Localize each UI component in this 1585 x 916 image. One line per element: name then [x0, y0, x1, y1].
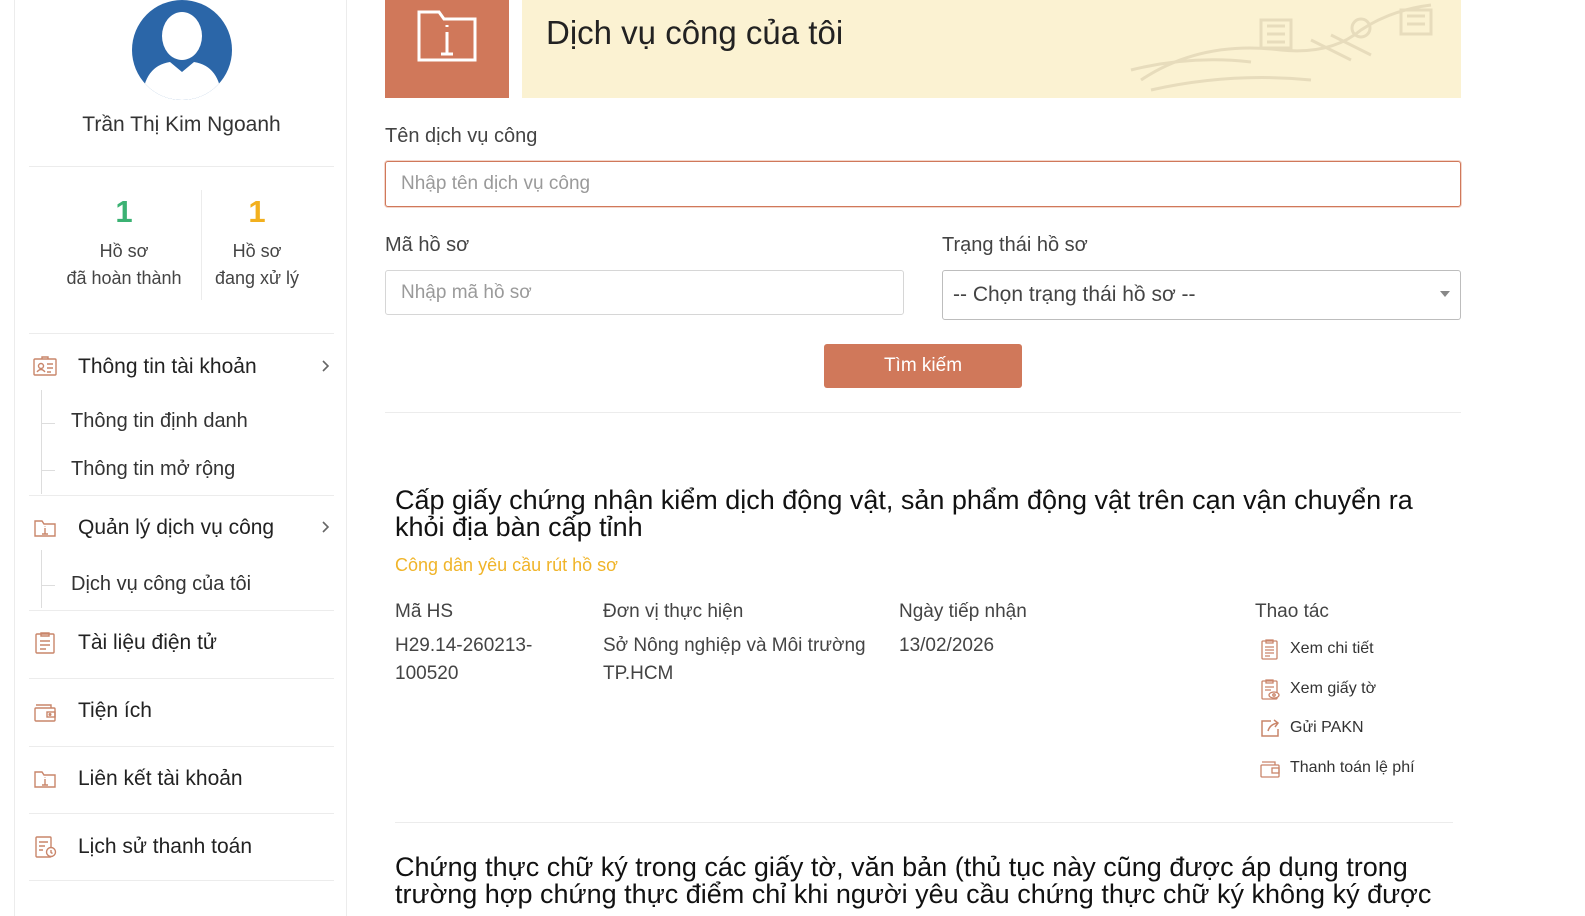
caret-down-icon — [1440, 291, 1450, 297]
user-name: Trần Thị Kim Ngoanh — [82, 113, 281, 136]
divider — [29, 678, 334, 679]
action-view-papers[interactable]: Xem giấy tờ — [1259, 677, 1376, 701]
submenu-identity-info[interactable]: Thông tin định danh — [71, 410, 248, 433]
stat-completed-label: Hồ sơ đã hoàn thành — [49, 238, 199, 292]
stat-processing-line1: Hồ sơ — [232, 241, 282, 261]
stat-processing-count: 1 — [248, 194, 266, 229]
record-status-label: Trạng thái hồ sơ — [942, 234, 1088, 256]
record-code-input[interactable] — [385, 270, 904, 315]
menu-account-links[interactable]: Liên kết tài khoản — [33, 759, 333, 799]
record-code-value: H29.14-260213-100520 — [395, 635, 533, 684]
chevron-right-icon — [322, 360, 330, 372]
folder-info-icon — [417, 10, 477, 62]
action-send-feedback[interactable]: Gửi PAKN — [1259, 716, 1364, 740]
avatar-icon[interactable] — [132, 0, 232, 100]
share-icon — [1261, 719, 1280, 737]
submenu-line — [41, 550, 42, 608]
stat-completed-count: 1 — [115, 194, 133, 229]
menu-utilities-label: Tiện ích — [78, 699, 152, 722]
action-view-detail-label: Xem chi tiết — [1290, 640, 1374, 657]
page-title: Dịch vụ công của tôi — [546, 14, 844, 51]
clipboard-eye-icon — [1261, 679, 1280, 700]
wallet-icon — [34, 704, 56, 722]
stat-completed-line1: Hồ sơ — [99, 241, 149, 261]
col-header-code: Mã HS — [395, 601, 454, 622]
submenu-my-services[interactable]: Dịch vụ công của tôi — [71, 573, 251, 596]
submenu-extended-info[interactable]: Thông tin mở rộng — [71, 458, 235, 481]
folder-info-icon — [34, 520, 56, 537]
submenu-tick — [41, 423, 55, 424]
menu-service-management[interactable]: Quản lý dịch vụ công — [33, 508, 333, 548]
clipboard-icon — [1261, 639, 1278, 660]
chevron-right-icon — [322, 521, 330, 533]
payment-history-icon — [35, 836, 57, 858]
stat-processing[interactable]: 1 Hồ sơ đang xử lý — [182, 190, 332, 292]
divider — [29, 166, 334, 167]
col-header-date: Ngày tiếp nhận — [899, 601, 1027, 622]
menu-account-links-label: Liên kết tài khoản — [78, 767, 243, 790]
record-unit-value: Sở Nông nghiệp và Môi trường TP.HCM — [603, 635, 866, 684]
sidebar: Trần Thị Kim Ngoanh 1 Hồ sơ đã hoàn thàn… — [14, 0, 347, 916]
menu-utilities[interactable]: Tiện ích — [33, 691, 333, 731]
menu-payment-history[interactable]: Lịch sử thanh toán — [33, 827, 333, 867]
search-button[interactable]: Tìm kiếm — [824, 344, 1022, 388]
record-date-value: 13/02/2026 — [899, 635, 995, 656]
divider — [29, 610, 334, 611]
stat-completed-line2: đã hoàn thành — [66, 268, 182, 288]
col-header-unit: Đơn vị thực hiện — [603, 601, 744, 622]
col-header-actions: Thao tác — [1255, 601, 1329, 622]
wallet-small-icon — [1260, 761, 1280, 778]
divider — [385, 412, 1461, 413]
divider — [29, 495, 334, 496]
stat-processing-label: Hồ sơ đang xử lý — [182, 238, 332, 292]
action-send-feedback-label: Gửi PAKN — [1290, 719, 1364, 736]
divider — [29, 880, 334, 881]
divider — [395, 822, 1453, 823]
banner-icon-box — [385, 0, 509, 98]
divider — [29, 813, 334, 814]
action-pay-fee[interactable]: Thanh toán lệ phí — [1259, 756, 1415, 780]
menu-account-info[interactable]: Thông tin tài khoản — [33, 347, 333, 387]
service-name-label: Tên dịch vụ công — [385, 125, 538, 147]
divider — [29, 333, 334, 334]
menu-account-info-label: Thông tin tài khoản — [78, 355, 257, 378]
action-pay-fee-label: Thanh toán lệ phí — [1290, 759, 1415, 776]
record-status-selected: -- Chọn trạng thái hồ sơ -- — [953, 283, 1196, 306]
record-code-label: Mã hồ sơ — [385, 234, 470, 256]
menu-payment-history-label: Lịch sử thanh toán — [78, 835, 253, 858]
divider — [29, 746, 334, 747]
menu-e-documents[interactable]: Tài liệu điện tử — [33, 623, 333, 663]
document-icon — [35, 632, 55, 654]
id-card-icon — [33, 356, 57, 376]
stat-processing-line2: đang xử lý — [214, 268, 300, 288]
bronze-drum-pattern-icon — [1130, 3, 1433, 92]
page-banner: Dịch vụ công của tôi — [522, 0, 1461, 98]
menu-e-documents-label: Tài liệu điện tử — [78, 631, 217, 654]
action-view-papers-label: Xem giấy tờ — [1290, 680, 1377, 697]
action-view-detail[interactable]: Xem chi tiết — [1259, 637, 1374, 661]
menu-service-management-label: Quản lý dịch vụ công — [78, 516, 275, 539]
submenu-line — [41, 390, 42, 494]
stat-completed[interactable]: 1 Hồ sơ đã hoàn thành — [49, 190, 199, 292]
record-status-select[interactable]: -- Chọn trạng thái hồ sơ -- — [942, 270, 1461, 320]
record-title[interactable]: Cấp giấy chứng nhận kiểm dịch động vật, … — [395, 487, 1455, 541]
record-status-badge: Công dân yêu cầu rút hồ sơ — [395, 555, 618, 575]
submenu-tick — [41, 585, 55, 586]
service-name-input[interactable] — [385, 161, 1461, 207]
link-folder-icon — [34, 771, 56, 788]
record-title[interactable]: Chứng thực chữ ký trong các giấy tờ, văn… — [395, 854, 1455, 908]
submenu-tick — [41, 470, 55, 471]
